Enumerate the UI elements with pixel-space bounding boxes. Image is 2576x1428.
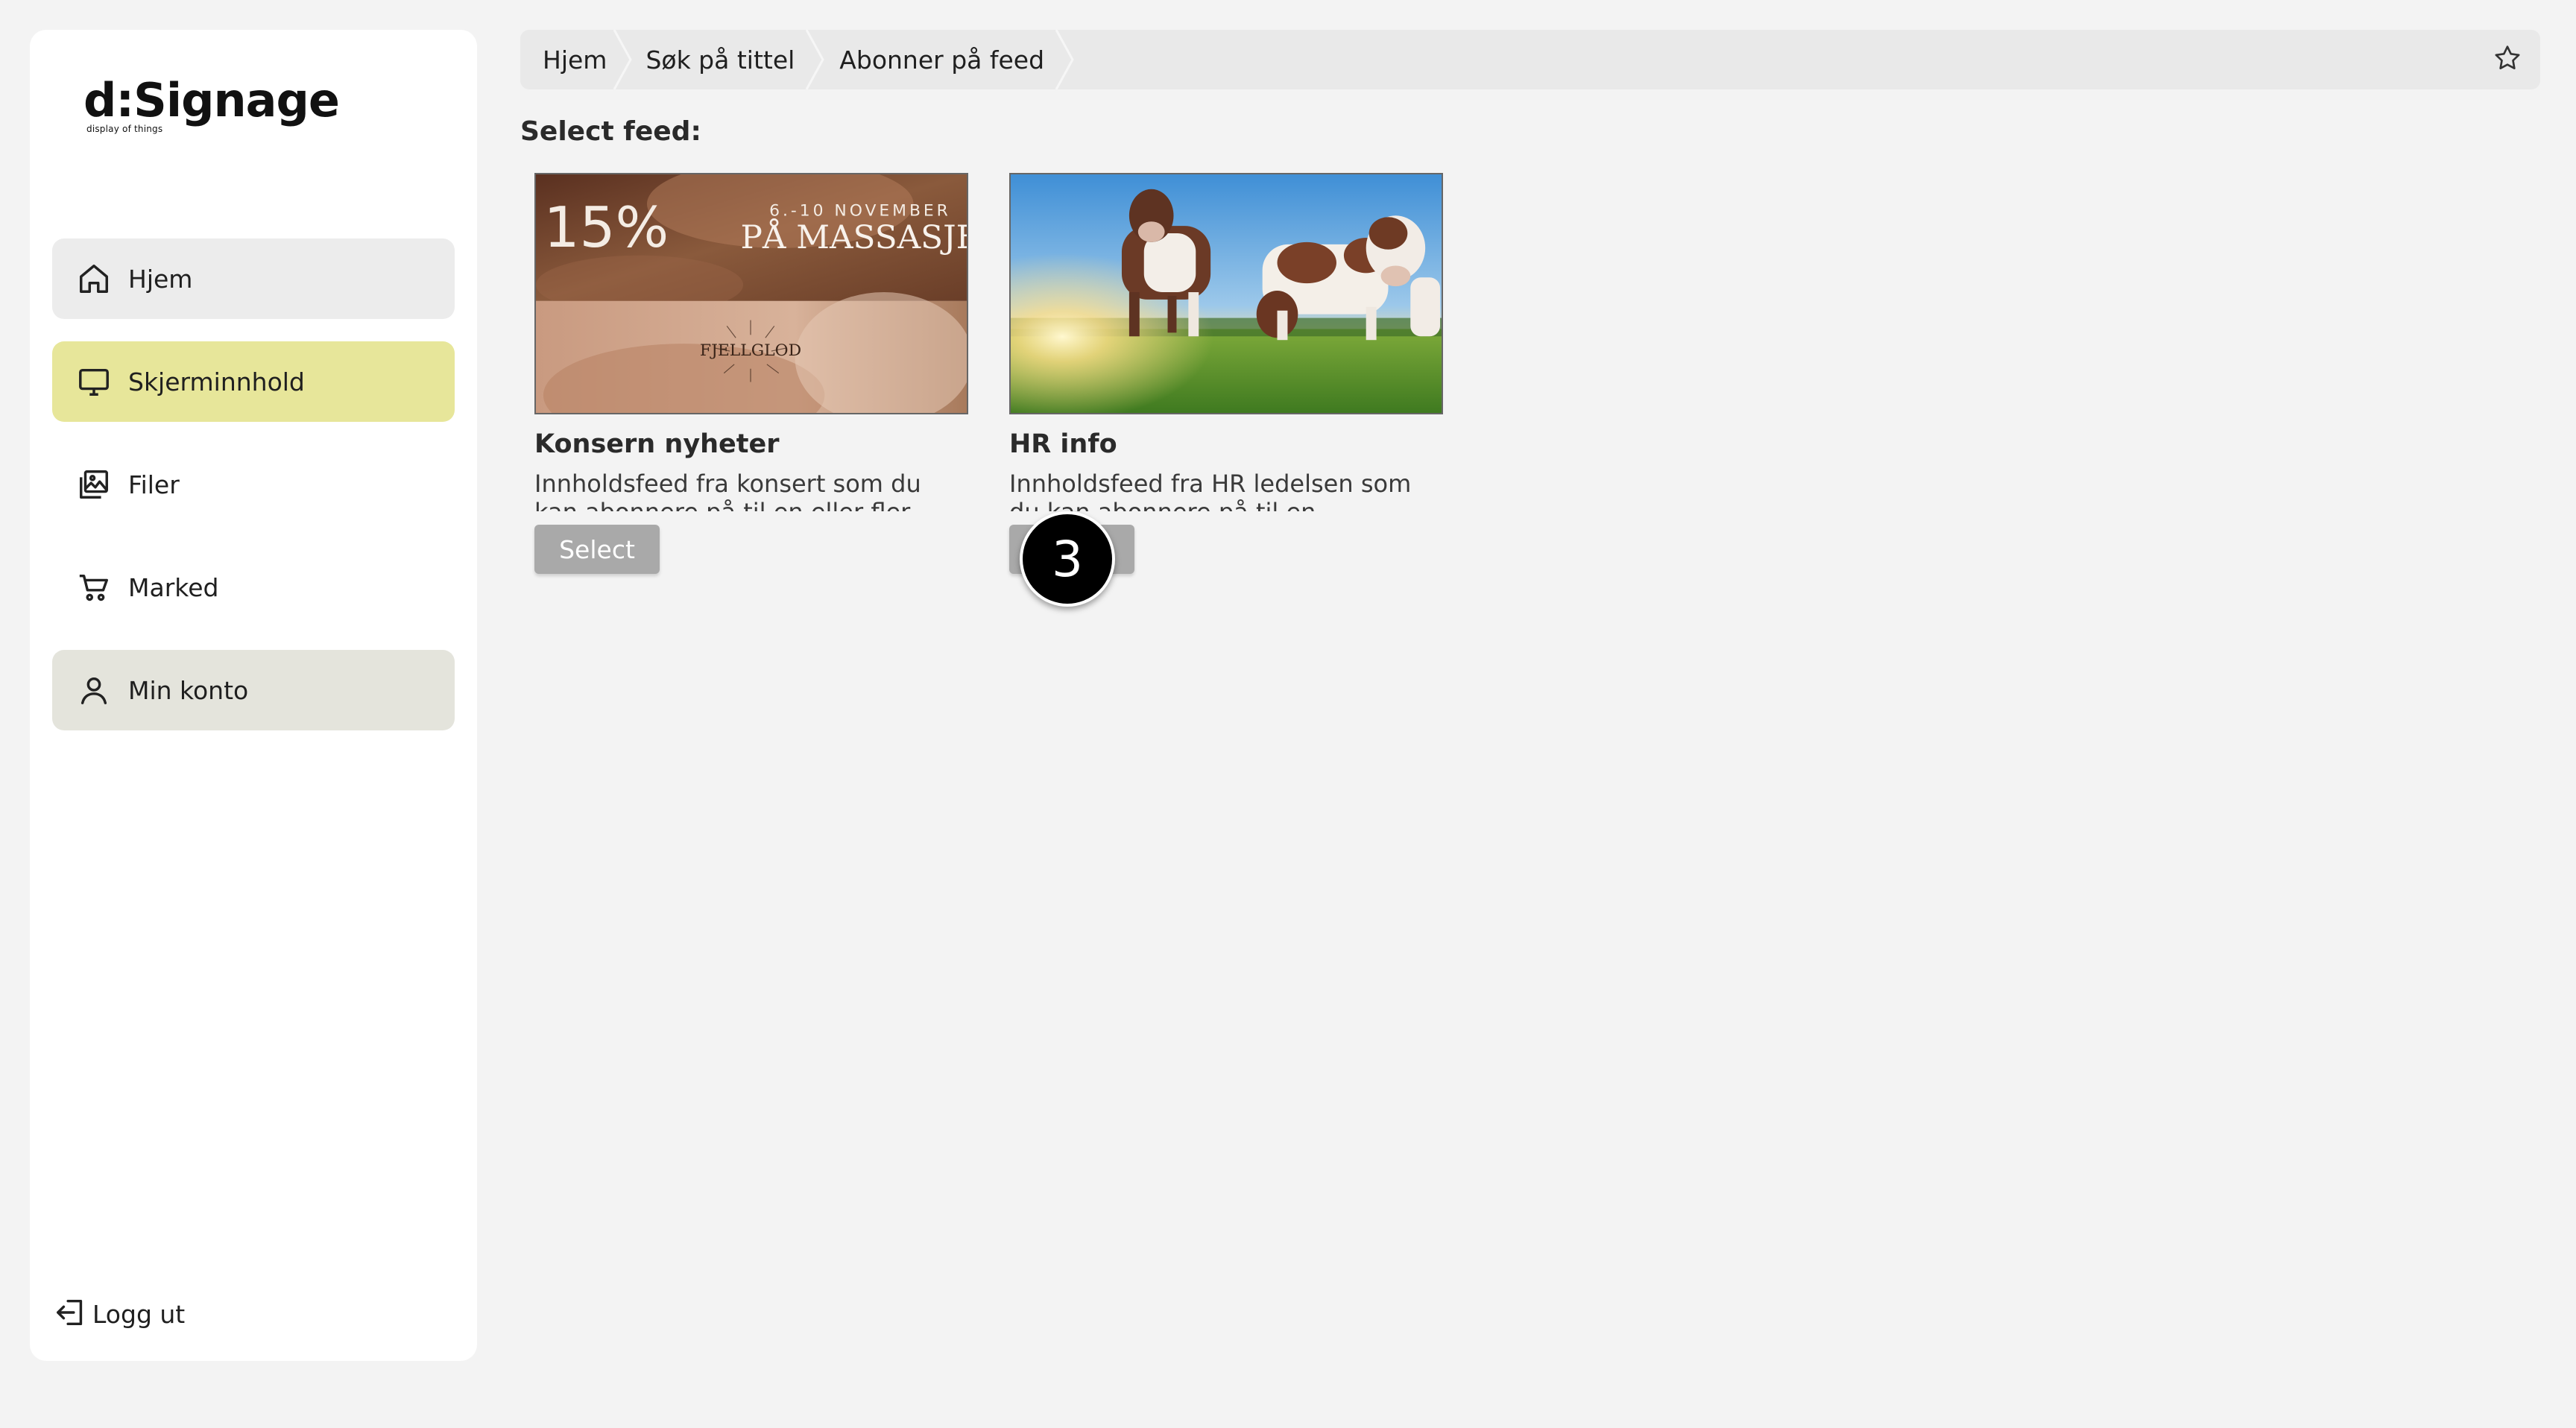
promo-percent: 15% — [543, 195, 669, 260]
page-title: Select feed: — [520, 116, 701, 147]
promo-brand: FJELLGLOD — [700, 341, 801, 360]
select-feed-button[interactable]: Select — [534, 525, 660, 574]
sidebar-item-label: Hjem — [128, 264, 193, 294]
star-icon — [2493, 43, 2522, 76]
sidebar-item-label: Marked — [128, 572, 219, 602]
feed-description: Innholdsfeed fra HR ledelsen som du kan … — [1009, 470, 1412, 511]
breadcrumb-item-search[interactable]: Søk på tittel — [635, 30, 805, 89]
breadcrumb-item-hjem[interactable]: Hjem — [520, 30, 613, 89]
favorite-button[interactable] — [2491, 43, 2524, 76]
user-icon — [76, 672, 112, 708]
feed-thumbnail[interactable] — [1009, 173, 1443, 414]
sidebar-item-label: Filer — [128, 470, 180, 499]
brand-logo[interactable]: d:Signage display of things — [83, 73, 340, 135]
logout-icon — [54, 1295, 88, 1333]
logout-label: Logg ut — [92, 1299, 186, 1329]
cart-icon — [76, 569, 112, 605]
sidebar-item-hjem[interactable]: Hjem — [52, 238, 455, 319]
promo-headline: PÅ MASSASJE — [740, 218, 968, 256]
promo-dates: 6.-10 NOVEMBER — [769, 201, 951, 220]
sidebar-item-label: Min konto — [128, 675, 249, 705]
sidebar-item-label: Skjerminnhold — [128, 367, 305, 397]
feed-title: Konsern nyheter — [534, 429, 780, 459]
breadcrumb-item-subscribe[interactable]: Abonner på feed — [827, 30, 1055, 89]
sidebar-item-marked[interactable]: Marked — [52, 547, 455, 628]
breadcrumb-separator — [613, 30, 633, 89]
breadcrumb: Hjem Søk på tittel Abonner på feed — [520, 30, 2540, 89]
logout-button[interactable]: Logg ut — [54, 1295, 185, 1333]
step-marker: 3 — [1020, 511, 1115, 607]
breadcrumb-separator — [1055, 30, 1074, 89]
sidebar-item-skjerminnhold[interactable]: Skjerminnhold — [52, 341, 455, 422]
logo-text: d:Signage — [83, 73, 340, 127]
feed-description: Innholdsfeed fra konsert som du kan abon… — [534, 470, 921, 511]
sidebar: d:Signage display of things Hjem Skjermi… — [30, 30, 477, 1361]
images-icon — [76, 467, 112, 502]
home-icon — [76, 261, 112, 297]
feed-card-konsern: 15% 6.-10 NOVEMBER PÅ MASSASJE FJELLGLOD… — [534, 173, 968, 574]
feed-thumbnail[interactable]: 15% 6.-10 NOVEMBER PÅ MASSASJE FJELLGLOD — [534, 173, 968, 414]
sidebar-item-filer[interactable]: Filer — [52, 444, 455, 525]
feed-title: HR info — [1009, 429, 1117, 459]
breadcrumb-separator — [805, 30, 825, 89]
monitor-icon — [76, 364, 112, 399]
sidebar-item-min-konto[interactable]: Min konto — [52, 650, 455, 730]
